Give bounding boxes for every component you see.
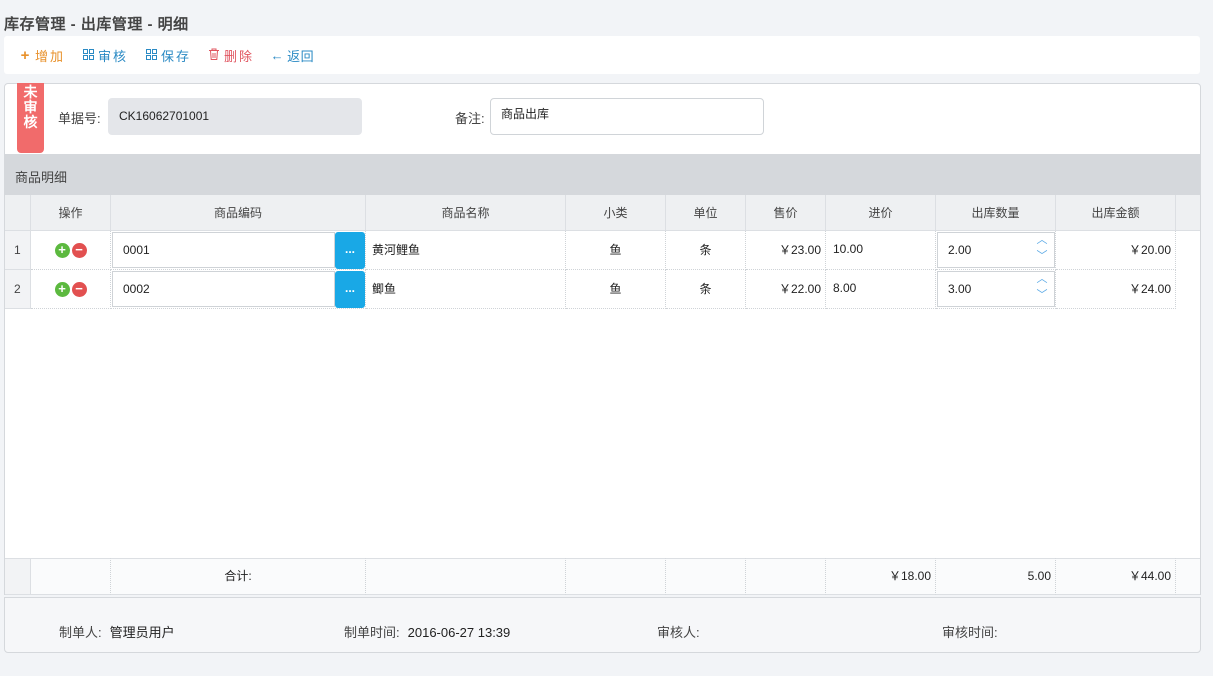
- header-cost-price[interactable]: 进价: [826, 195, 936, 231]
- plus-icon: +: [20, 46, 30, 64]
- doc-no-label: 单据号:: [58, 111, 101, 126]
- header-unit[interactable]: 单位: [666, 195, 746, 231]
- totals-filler: [1176, 558, 1200, 595]
- row-actions: + −: [31, 270, 111, 309]
- add-label: 增加: [35, 48, 66, 64]
- header-sale-price[interactable]: 售价: [746, 195, 826, 231]
- header-name[interactable]: 商品名称: [366, 195, 566, 231]
- cost-price-cell: 8.00: [826, 270, 936, 309]
- code-input[interactable]: 0001: [112, 232, 335, 268]
- totals-label: 合计:: [111, 558, 366, 595]
- back-button[interactable]: ← 返回: [270, 46, 314, 65]
- row-number: 2: [5, 270, 31, 309]
- add-row-icon[interactable]: +: [54, 282, 70, 298]
- header-rownum: [5, 195, 31, 231]
- qty-stepper[interactable]: ︿ ﹀: [1035, 271, 1049, 307]
- row-actions: + −: [31, 231, 111, 270]
- cost-price-input[interactable]: 8.00: [827, 271, 935, 307]
- chevron-down-icon[interactable]: ﹀: [1035, 287, 1049, 303]
- cost-price-input[interactable]: 10.00: [827, 232, 935, 268]
- creator-label: 制单人:: [59, 625, 102, 640]
- qty-stepper[interactable]: ︿ ﹀: [1035, 232, 1049, 268]
- grid-icon: [144, 48, 158, 63]
- auditor: 审核人:: [657, 622, 700, 641]
- pick-product-button[interactable]: ...: [335, 271, 365, 308]
- category-cell: 鱼: [566, 231, 666, 270]
- qty-cell: 2.00 ︿ ﹀: [936, 231, 1056, 270]
- unit-cell: 条: [666, 231, 746, 270]
- totals-name-cell: [366, 558, 566, 595]
- save-button[interactable]: 保存: [144, 46, 191, 65]
- section-title: 商品明细: [5, 154, 1200, 195]
- detail-panel: 未审核 单据号: CK16062701001 备注: 商品出库 商品明细 操作 …: [4, 83, 1201, 595]
- unit-cell: 条: [666, 270, 746, 309]
- remark-label: 备注:: [455, 111, 485, 126]
- chevron-down-icon[interactable]: ﹀: [1035, 248, 1049, 264]
- row-number: 1: [5, 231, 31, 270]
- totals-amount: ￥44.00: [1056, 558, 1176, 595]
- code-input[interactable]: 0002: [112, 271, 335, 307]
- header-amount[interactable]: 出库金额: [1056, 195, 1176, 231]
- remark-field[interactable]: 商品出库: [490, 98, 764, 135]
- arrow-left-icon: ←: [270, 47, 284, 63]
- add-row-icon[interactable]: +: [54, 243, 70, 259]
- totals-qty: 5.00: [936, 558, 1056, 595]
- add-button[interactable]: + 增加: [18, 46, 65, 65]
- creator-value: 管理员用户: [109, 625, 175, 640]
- save-label: 保存: [161, 48, 192, 64]
- chevron-up-icon[interactable]: ︿: [1035, 271, 1049, 287]
- category-cell: 鱼: [566, 270, 666, 309]
- pick-product-button[interactable]: ...: [335, 232, 365, 269]
- name-cell: 黄河鲤鱼: [366, 231, 566, 270]
- row-number: [5, 558, 31, 595]
- back-label: 返回: [287, 48, 315, 64]
- status-text: 未审核: [23, 84, 38, 130]
- totals-unit-cell: [666, 558, 746, 595]
- audit-time-label: 审核时间:: [942, 625, 998, 640]
- created-value: 2016-06-27 13:39: [407, 625, 511, 640]
- totals-category-cell: [566, 558, 666, 595]
- sale-price-cell: ￥22.00: [746, 270, 826, 309]
- created-time: 制单时间: 2016-06-27 13:39: [344, 622, 510, 641]
- trash-icon: [207, 48, 221, 63]
- sale-price-cell: ￥23.00: [746, 231, 826, 270]
- creator: 制单人: 管理员用户: [59, 622, 175, 641]
- delete-button[interactable]: 删除: [207, 46, 254, 65]
- header-code[interactable]: 商品编码: [111, 195, 366, 231]
- status-badge: 未审核: [17, 83, 44, 153]
- chevron-up-icon[interactable]: ︿: [1035, 232, 1049, 248]
- remove-row-icon[interactable]: −: [71, 282, 87, 298]
- grid-icon: [81, 48, 95, 63]
- page-title: 库存管理 - 出库管理 - 明细: [4, 16, 189, 33]
- amount-cell: ￥24.00: [1056, 270, 1176, 309]
- audit-time: 审核时间:: [942, 622, 998, 641]
- totals-op-cell: [31, 558, 111, 595]
- remove-row-icon[interactable]: −: [71, 243, 87, 259]
- doc-no-field[interactable]: CK16062701001: [108, 98, 362, 135]
- toolbar: + 增加 审核 保存 删除 ← 返回: [4, 36, 1200, 74]
- header-filler: [1176, 195, 1200, 231]
- qty-cell: 3.00 ︿ ﹀: [936, 270, 1056, 309]
- audit-button[interactable]: 审核: [81, 46, 128, 65]
- header-op: 操作: [31, 195, 111, 231]
- auditor-label: 审核人:: [657, 625, 700, 640]
- totals-cost: ￥18.00: [826, 558, 936, 595]
- totals-sale-cell: [746, 558, 826, 595]
- doc-meta: 制单人: 管理员用户 制单时间: 2016-06-27 13:39 审核人: 审核时…: [4, 597, 1201, 653]
- audit-label: 审核: [98, 48, 129, 64]
- created-label: 制单时间:: [344, 625, 400, 640]
- amount-cell: ￥20.00: [1056, 231, 1176, 270]
- cost-price-cell: 10.00: [826, 231, 936, 270]
- name-cell: 鲫鱼: [366, 270, 566, 309]
- delete-label: 删除: [224, 48, 255, 64]
- header-category[interactable]: 小类: [566, 195, 666, 231]
- code-cell: 0001 ...: [111, 231, 366, 270]
- code-cell: 0002 ...: [111, 270, 366, 309]
- header-qty[interactable]: 出库数量: [936, 195, 1056, 231]
